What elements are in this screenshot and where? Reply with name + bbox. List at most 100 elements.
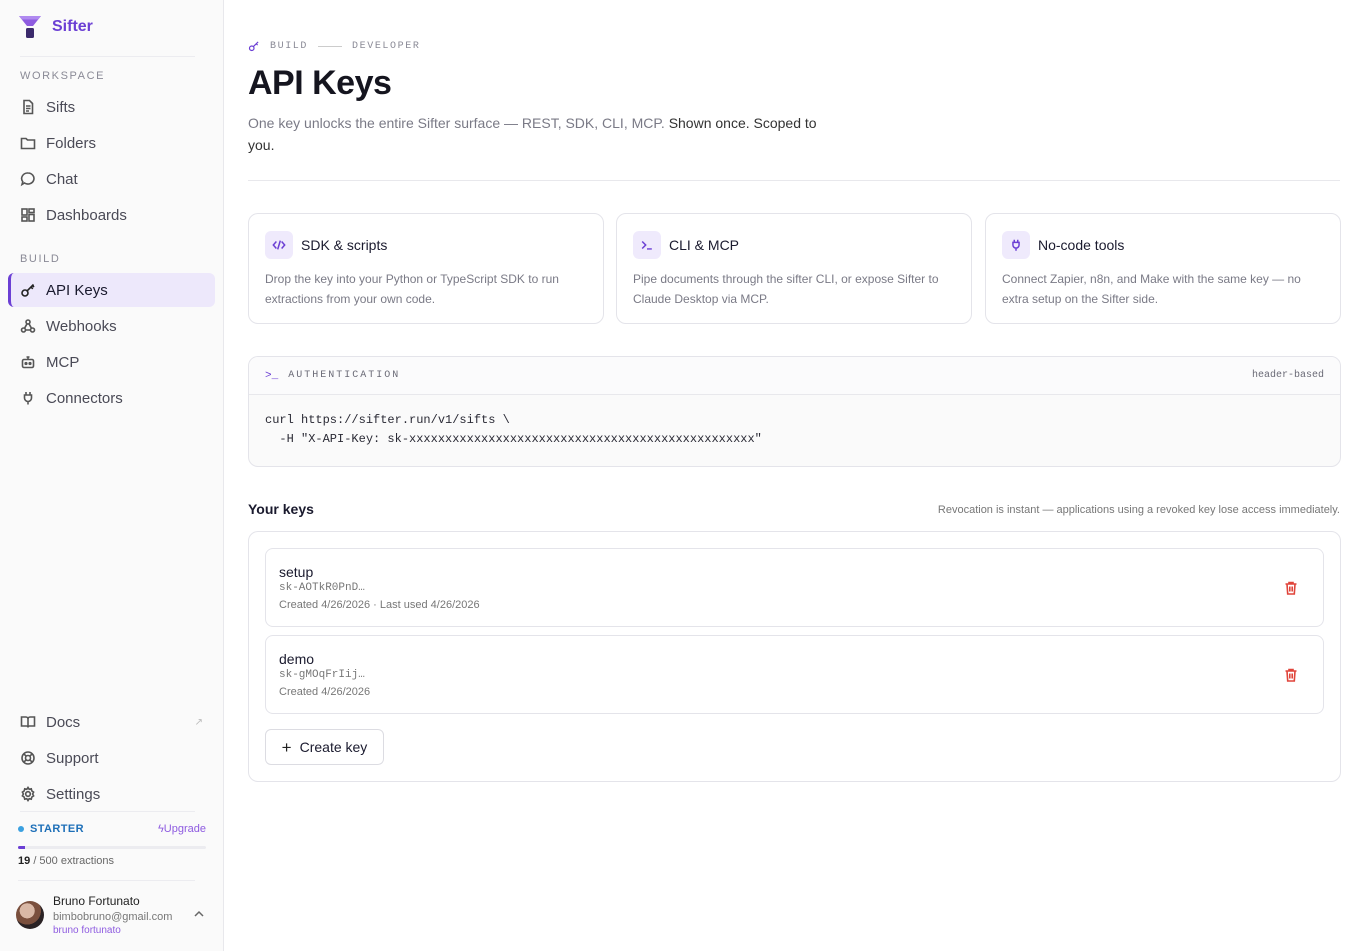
breadcrumb-item[interactable]: BUILD (270, 41, 308, 52)
sidebar-item-label: Support (46, 749, 99, 767)
divider (20, 811, 195, 812)
webhook-icon (20, 319, 36, 333)
usage-suffix: / 500 extractions (33, 855, 115, 867)
sidebar-item-mcp[interactable]: MCP (8, 345, 215, 379)
key-row: setup sk-AOTkR0PnD… Created 4/26/2026 · … (265, 548, 1324, 627)
upgrade-label: Upgrade (163, 823, 206, 835)
card-description: Connect Zapier, n8n, and Make with the s… (1002, 272, 1301, 306)
breadcrumb-item: DEVELOPER (352, 40, 421, 52)
usage-count: 19 (18, 855, 31, 867)
sidebar-item-label: MCP (46, 353, 80, 371)
sidebar-item-dashboards[interactable]: Dashboards (8, 198, 215, 232)
usage-progress-bar (18, 846, 206, 849)
sidebar: Sifter WORKSPACE Sifts Folders Chat Dash… (0, 0, 224, 951)
sidebar-item-label: Dashboards (46, 206, 127, 224)
card-title: No-code tools (1038, 237, 1125, 253)
brand-name: Sifter (52, 18, 93, 35)
create-key-label: Create key (299, 739, 368, 755)
key-meta: Created 4/26/2026 · Last used 4/26/2026 (279, 599, 480, 611)
plan-row: STARTER ϟUpgrade (18, 823, 206, 835)
sidebar-item-connectors[interactable]: Connectors (8, 381, 215, 415)
file-text-icon (23, 99, 34, 115)
sidebar-item-sifts[interactable]: Sifts (8, 90, 215, 124)
key-token: sk-gMOqFrIij… (279, 669, 365, 681)
code-icon (265, 231, 293, 259)
breadcrumb-separator (318, 45, 343, 47)
sidebar-item-label: Chat (46, 170, 78, 188)
sidebar-item-label: Docs (46, 713, 81, 731)
sidebar-item-label: Settings (46, 785, 101, 803)
sidebar-item-webhooks[interactable]: Webhooks (8, 309, 215, 343)
avatar[interactable] (16, 901, 44, 929)
external-link-icon: ↗ (194, 716, 203, 728)
sidebar-item-label: API Keys (46, 281, 108, 299)
plug-icon (1002, 231, 1030, 259)
create-key-button[interactable]: + Create key (265, 729, 384, 765)
plan-name: STARTER (30, 823, 84, 835)
user-handle: bruno fortunato (53, 925, 121, 936)
key-name: setup (279, 564, 314, 580)
page-title: API Keys (248, 64, 392, 102)
card-description: Drop the key into your Python or TypeScr… (265, 272, 559, 306)
chevron-up-icon[interactable] (194, 910, 204, 921)
authentication-meta: header-based (1251, 370, 1324, 381)
section-label-workspace: WORKSPACE (20, 70, 106, 82)
key-icon (21, 283, 35, 297)
plus-icon: + (281, 737, 292, 757)
card-title: CLI & MCP (669, 237, 740, 253)
sidebar-item-label: Sifts (46, 98, 76, 116)
subtitle-muted: One key unlocks the entire Sifter surfac… (248, 115, 669, 131)
gear-icon (21, 786, 35, 802)
sidebar-item-chat[interactable]: Chat (8, 162, 215, 196)
sidebar-item-settings[interactable]: Settings (8, 777, 215, 811)
lifebuoy-icon (21, 751, 35, 765)
sifter-logo-icon (19, 16, 41, 38)
card-sdk-scripts: SDK & scripts Drop the key into your Pyt… (248, 213, 604, 324)
key-row: demo sk-gMOqFrIij… Created 4/26/2026 (265, 635, 1324, 714)
key-meta: Created 4/26/2026 (279, 686, 371, 698)
sidebar-item-folders[interactable]: Folders (8, 126, 215, 160)
user-email: bimbobruno@gmail.com (53, 911, 173, 923)
card-title: SDK & scripts (301, 237, 388, 253)
authentication-label: >_ AUTHENTICATION (265, 370, 400, 382)
sidebar-item-docs[interactable]: Docs ↗ (8, 705, 215, 739)
terminal-icon (633, 231, 661, 259)
upgrade-link[interactable]: ϟUpgrade (158, 823, 206, 835)
sidebar-item-label: Webhooks (46, 317, 117, 335)
divider (20, 56, 195, 57)
keys-section-title: Your keys (248, 501, 314, 517)
trash-icon[interactable] (1283, 580, 1299, 596)
key-name: demo (279, 651, 315, 667)
brand[interactable]: Sifter (18, 14, 93, 40)
divider (248, 180, 1340, 181)
keys-revocation-note: Revocation is instant — applications usi… (937, 504, 1340, 516)
sidebar-item-api-keys[interactable]: API Keys (8, 273, 215, 307)
usage-text: 19 / 500 extractions (18, 855, 114, 867)
key-token: sk-AOTkR0PnD… (279, 582, 365, 594)
code-snippet[interactable]: curl https://sifter.run/v1/sifts \ -H "X… (249, 395, 1340, 465)
card-no-code-tools: No-code tools Connect Zapier, n8n, and M… (985, 213, 1341, 324)
grid-icon (21, 208, 35, 222)
sidebar-item-label: Connectors (46, 389, 123, 407)
section-label-build: BUILD (20, 253, 61, 265)
chat-bubble-icon (20, 172, 35, 187)
plug-icon (23, 392, 33, 405)
sidebar-item-label: Folders (46, 134, 97, 152)
breadcrumb: BUILD DEVELOPER (248, 40, 420, 52)
user-name: Bruno Fortunato (53, 894, 140, 908)
authentication-header: >_ AUTHENTICATION header-based (249, 357, 1340, 395)
keys-list: setup sk-AOTkR0PnD… Created 4/26/2026 · … (248, 531, 1341, 782)
robot-icon (21, 356, 35, 369)
key-icon (248, 41, 259, 52)
folder-icon (20, 137, 36, 150)
terminal-prompt-icon: >_ (265, 369, 279, 382)
trash-icon[interactable] (1283, 667, 1299, 683)
card-cli-mcp: CLI & MCP Pipe documents through the sif… (616, 213, 972, 324)
authentication-panel: >_ AUTHENTICATION header-based curl http… (248, 356, 1341, 467)
sidebar-item-support[interactable]: Support (8, 741, 215, 775)
usage-progress-fill (18, 846, 26, 849)
authentication-title: AUTHENTICATION (288, 370, 401, 381)
book-icon (20, 716, 36, 728)
card-description: Pipe documents through the sifter CLI, o… (633, 272, 939, 306)
page-subtitle: One key unlocks the entire Sifter surfac… (248, 112, 818, 156)
